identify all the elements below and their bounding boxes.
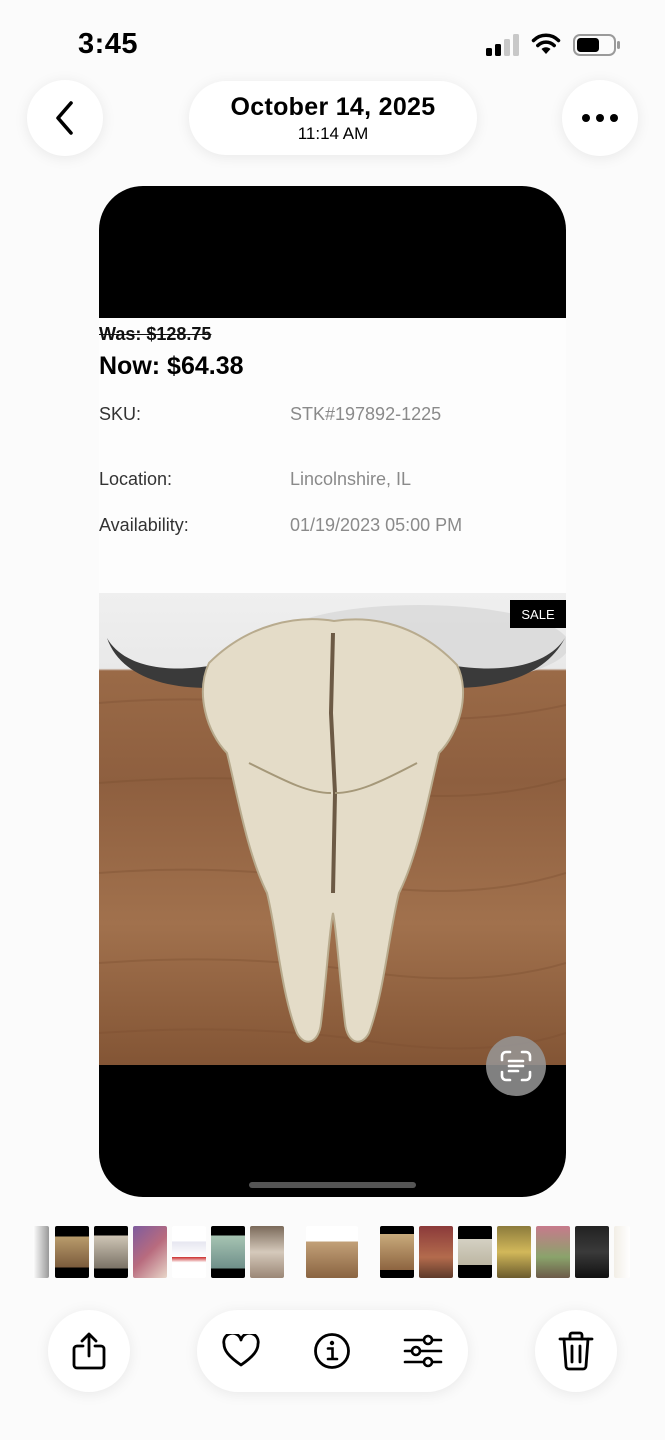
adjust-sliders-icon xyxy=(403,1334,443,1368)
availability-label: Availability: xyxy=(99,515,189,535)
battery-icon xyxy=(573,34,620,56)
sku-value: STK#197892-1225 xyxy=(290,404,442,424)
listing-info-panel: Was: $128.75 Now: $64.38 SKU: STK#197892… xyxy=(99,318,566,593)
photo-viewer[interactable]: Was: $128.75 Now: $64.38 SKU: STK#197892… xyxy=(99,186,566,1197)
photo-actions xyxy=(197,1310,468,1392)
bison-skull-photo: SALE xyxy=(99,593,566,1065)
thumbnail-selected[interactable] xyxy=(306,1226,358,1278)
date-header: October 14, 2025 11:14 AM xyxy=(189,81,477,155)
thumbnail[interactable] xyxy=(497,1226,531,1278)
availability-value: 01/19/2023 05:00 PM xyxy=(290,515,463,535)
share-icon xyxy=(72,1332,106,1370)
thumbnail[interactable] xyxy=(250,1226,284,1278)
heart-icon xyxy=(222,1334,260,1367)
status-bar: 3:45 xyxy=(0,0,665,80)
share-button[interactable] xyxy=(48,1310,130,1392)
back-chevron-icon xyxy=(56,101,73,135)
sku-label: SKU: xyxy=(99,404,142,424)
thumbnail[interactable] xyxy=(211,1226,245,1278)
now-price: Now: $64.38 xyxy=(99,352,244,380)
location-label: Location: xyxy=(99,469,173,489)
trash-icon xyxy=(558,1331,594,1371)
live-text-icon xyxy=(500,1050,532,1082)
back-button[interactable] xyxy=(27,80,103,156)
location-value: Lincolnshire, IL xyxy=(290,469,412,489)
thumbnail[interactable] xyxy=(458,1226,492,1278)
status-time: 3:45 xyxy=(78,28,139,60)
info-icon xyxy=(314,1333,350,1369)
live-text-button[interactable] xyxy=(486,1036,546,1096)
thumbnail[interactable] xyxy=(133,1226,167,1278)
home-indicator xyxy=(249,1182,416,1188)
delete-button[interactable] xyxy=(535,1310,617,1392)
thumbnail-strip[interactable] xyxy=(0,1226,665,1278)
thumbnail[interactable] xyxy=(419,1226,453,1278)
thumbnail[interactable] xyxy=(614,1226,630,1278)
adjust-button[interactable] xyxy=(403,1331,443,1371)
thumbnail[interactable] xyxy=(575,1226,609,1278)
wifi-icon xyxy=(531,33,561,54)
more-button[interactable] xyxy=(562,80,638,156)
photo-date: October 14, 2025 xyxy=(230,93,436,121)
cellular-signal-icon xyxy=(486,34,519,56)
thumbnail[interactable] xyxy=(33,1226,49,1278)
more-dots-icon xyxy=(582,114,618,122)
sale-tag: SALE xyxy=(510,600,566,628)
thumbnail[interactable] xyxy=(380,1226,414,1278)
thumbnail[interactable] xyxy=(172,1226,206,1278)
favorite-button[interactable] xyxy=(221,1331,261,1371)
info-button[interactable] xyxy=(312,1331,352,1371)
thumbnail[interactable] xyxy=(55,1226,89,1278)
bison-skull-illustration xyxy=(99,605,566,1050)
thumbnail[interactable] xyxy=(536,1226,570,1278)
photo-time: 11:14 AM xyxy=(297,124,369,143)
was-price: Was: $128.75 xyxy=(99,324,212,344)
thumbnail[interactable] xyxy=(94,1226,128,1278)
